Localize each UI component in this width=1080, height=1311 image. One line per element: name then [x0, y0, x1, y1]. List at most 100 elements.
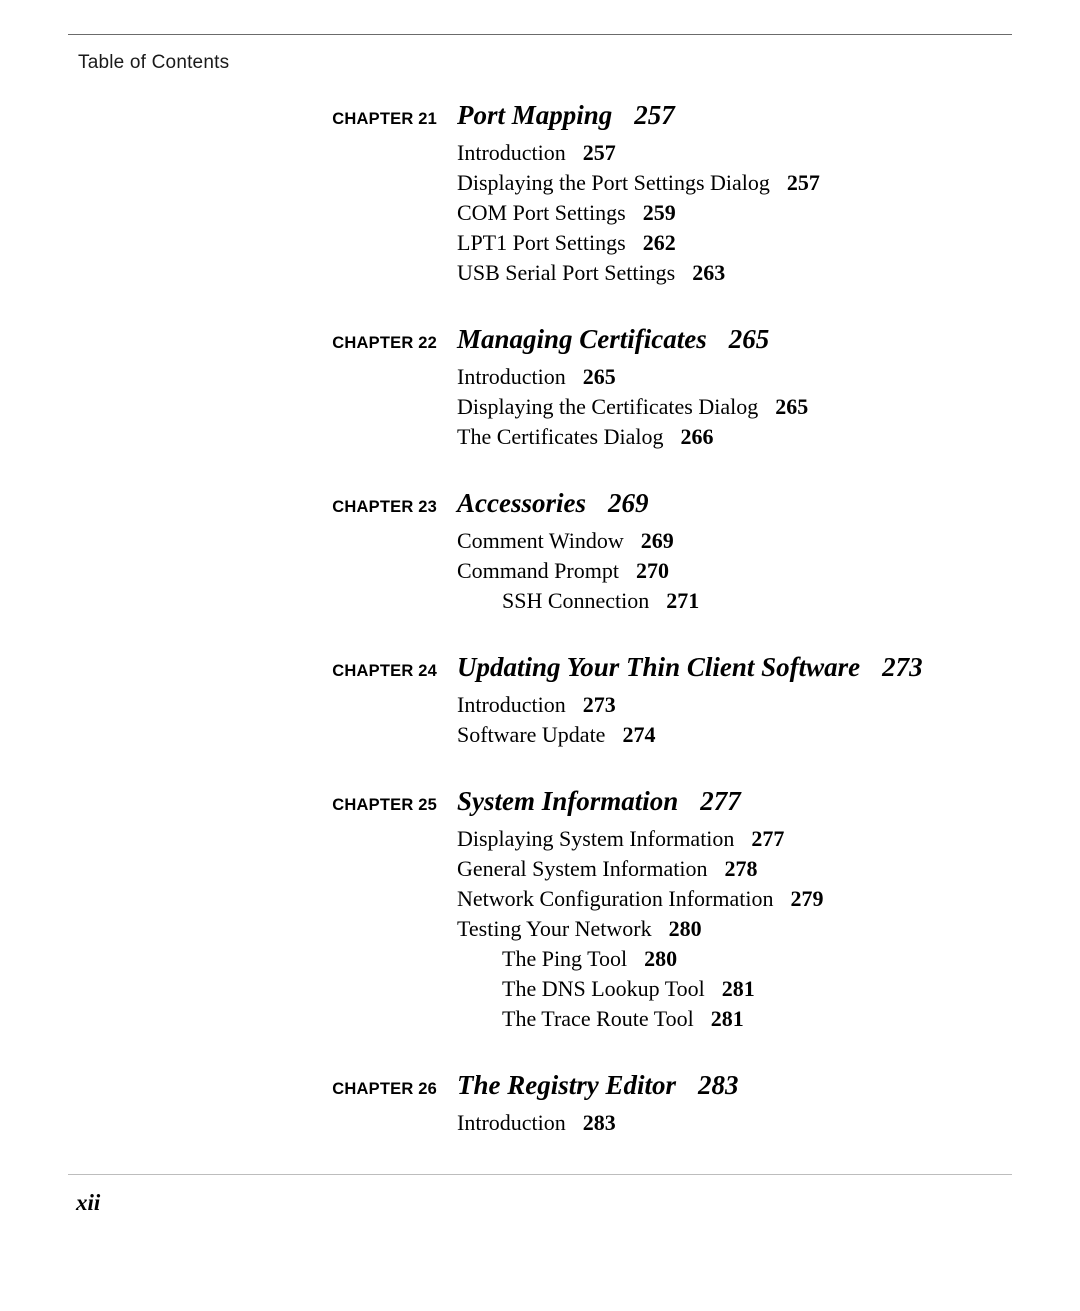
- chapter-title[interactable]: The Registry Editor: [457, 1070, 676, 1101]
- chapter-entry-list: Introduction 273 Software Update 274: [0, 692, 1080, 752]
- chapter-label: CHAPTER 24: [332, 662, 437, 680]
- toc-entry-label: Introduction: [457, 140, 566, 165]
- toc-entry-label: Software Update: [457, 722, 606, 747]
- toc-entry-label: The Ping Tool: [502, 946, 628, 971]
- chapter-page-number: 273: [882, 652, 923, 682]
- toc-entry[interactable]: Comment Window 269: [0, 528, 1080, 558]
- toc-entry[interactable]: SSH Connection 271: [0, 588, 1080, 618]
- toc-entry[interactable]: LPT1 Port Settings 262: [0, 230, 1080, 260]
- toc-entry-page-number: 278: [724, 856, 758, 881]
- toc-entry-page-number: 283: [582, 1110, 616, 1135]
- toc-entry-page-number: 257: [786, 170, 820, 195]
- toc-entry[interactable]: Testing Your Network 280: [0, 916, 1080, 946]
- toc-entry[interactable]: Introduction 257: [0, 140, 1080, 170]
- chapter-page-number: 257: [634, 100, 675, 130]
- toc-entry[interactable]: The Trace Route Tool 281: [0, 1006, 1080, 1036]
- chapter-title[interactable]: Port Mapping: [457, 100, 612, 131]
- chapter-label: CHAPTER 26: [332, 1080, 437, 1098]
- chapter-title-group: Managing Certificates 265: [437, 324, 769, 355]
- toc-entry-label: USB Serial Port Settings: [457, 260, 676, 285]
- toc-entry-page-number: 277: [751, 826, 785, 851]
- toc-entry-page-number: 266: [680, 424, 714, 449]
- toc-entry[interactable]: Introduction 273: [0, 692, 1080, 722]
- chapter-label: CHAPTER 25: [332, 796, 437, 814]
- toc-entry[interactable]: Introduction 265: [0, 364, 1080, 394]
- toc-entry-page-number: 281: [710, 1006, 744, 1031]
- chapter-block: CHAPTER 22 Managing Certificates 265 Introd…: [0, 324, 1080, 454]
- toc-entry-label: The Certificates Dialog: [457, 424, 664, 449]
- chapter-entry-list: Introduction 257 Displaying the Port Setti…: [0, 140, 1080, 290]
- chapter-entry-list: Introduction 283: [0, 1110, 1080, 1140]
- chapter-heading[interactable]: CHAPTER 23 Accessories 269: [0, 488, 1080, 519]
- footer-divider: [68, 1174, 1012, 1175]
- toc-entry-label: Network Configuration Information: [457, 886, 774, 911]
- toc-entry-label: Introduction: [457, 692, 566, 717]
- toc-entry-label: Command Prompt: [457, 558, 619, 583]
- chapter-title[interactable]: Accessories: [457, 488, 586, 519]
- chapter-heading[interactable]: CHAPTER 26 The Registry Editor 283: [0, 1070, 1080, 1101]
- toc-entry[interactable]: The Certificates Dialog 266: [0, 424, 1080, 454]
- toc-entry-page-number: 257: [582, 140, 616, 165]
- toc-entry[interactable]: Network Configuration Information 279: [0, 886, 1080, 916]
- toc-entry-label: Displaying the Certificates Dialog: [457, 394, 759, 419]
- chapter-heading[interactable]: CHAPTER 21 Port Mapping 257: [0, 100, 1080, 131]
- toc-page: Table of Contents CHAPTER 21 Port Mapping…: [0, 0, 1080, 1311]
- toc-entry-label: General System Information: [457, 856, 708, 881]
- toc-entry-label: Displaying the Port Settings Dialog: [457, 170, 770, 195]
- toc-entry[interactable]: Displaying System Information 277: [0, 826, 1080, 856]
- toc-entry[interactable]: Displaying the Port Settings Dialog 257: [0, 170, 1080, 200]
- toc-entry[interactable]: General System Information 278: [0, 856, 1080, 886]
- toc-entry-label: Displaying System Information: [457, 826, 735, 851]
- toc-entry[interactable]: Displaying the Certificates Dialog 265: [0, 394, 1080, 424]
- chapter-block: CHAPTER 26 The Registry Editor 283 Introduc…: [0, 1070, 1080, 1140]
- chapter-block: CHAPTER 24 Updating Your Thin Client Soft…: [0, 652, 1080, 752]
- toc-entry-page-number: 269: [640, 528, 674, 553]
- chapter-title-group: Accessories 269: [437, 488, 648, 519]
- toc-entry-page-number: 259: [642, 200, 676, 225]
- chapter-block: CHAPTER 25 System Information 277 Displayin…: [0, 786, 1080, 1036]
- toc-entry-label: Comment Window: [457, 528, 624, 553]
- toc-entry-label: Testing Your Network: [457, 916, 652, 941]
- toc-entry-page-number: 280: [644, 946, 678, 971]
- running-head: Table of Contents: [78, 52, 230, 73]
- chapter-block: CHAPTER 21 Port Mapping 257 Introduction 257…: [0, 100, 1080, 290]
- toc-entry[interactable]: USB Serial Port Settings 263: [0, 260, 1080, 290]
- chapter-heading[interactable]: CHAPTER 25 System Information 277: [0, 786, 1080, 817]
- toc-entry-page-number: 263: [692, 260, 726, 285]
- toc-entry[interactable]: Software Update 274: [0, 722, 1080, 752]
- toc-entry[interactable]: The Ping Tool 280: [0, 946, 1080, 976]
- toc-entry-page-number: 274: [622, 722, 656, 747]
- toc-entry[interactable]: COM Port Settings 259: [0, 200, 1080, 230]
- chapter-entry-list: Comment Window 269 Command Prompt 270 SSH Co…: [0, 528, 1080, 618]
- chapter-page-number: 283: [698, 1070, 739, 1100]
- chapter-title[interactable]: System Information: [457, 786, 678, 817]
- chapter-entry-list: Displaying System Information 277 General …: [0, 826, 1080, 1036]
- chapter-label: CHAPTER 21: [332, 110, 437, 128]
- toc-entry-page-number: 262: [642, 230, 676, 255]
- toc-entry-label: Introduction: [457, 1110, 566, 1135]
- chapter-heading[interactable]: CHAPTER 24 Updating Your Thin Client Soft…: [0, 652, 1080, 683]
- chapter-title[interactable]: Updating Your Thin Client Software: [457, 652, 860, 683]
- header-divider: [68, 34, 1012, 35]
- page-number: xii: [76, 1190, 101, 1215]
- toc-entry-page-number: 271: [666, 588, 700, 613]
- chapter-title-group: The Registry Editor 283: [437, 1070, 739, 1101]
- toc-entry-page-number: 273: [582, 692, 616, 717]
- chapter-heading[interactable]: CHAPTER 22 Managing Certificates 265: [0, 324, 1080, 355]
- chapter-title[interactable]: Managing Certificates: [457, 324, 707, 355]
- chapter-page-number: 269: [607, 488, 649, 518]
- chapter-label: CHAPTER 23: [332, 498, 437, 516]
- toc-entry-label: LPT1 Port Settings: [457, 230, 626, 255]
- chapter-entry-list: Introduction 265 Displaying the Certificat…: [0, 364, 1080, 454]
- toc-entry-page-number: 265: [775, 394, 809, 419]
- toc-entry[interactable]: The DNS Lookup Tool 281: [0, 976, 1080, 1006]
- toc-entry[interactable]: Introduction 283: [0, 1110, 1080, 1140]
- toc-entry-page-number: 265: [582, 364, 616, 389]
- chapter-title-group: Updating Your Thin Client Software 273: [437, 652, 923, 683]
- toc-entry-page-number: 279: [790, 886, 824, 911]
- toc-entry[interactable]: Command Prompt 270: [0, 558, 1080, 588]
- chapter-page-number: 277: [700, 786, 741, 816]
- toc-entry-label: The DNS Lookup Tool: [502, 976, 705, 1001]
- chapter-block: CHAPTER 23 Accessories 269 Comment Window 26…: [0, 488, 1080, 618]
- toc-entry-page-number: 280: [668, 916, 702, 941]
